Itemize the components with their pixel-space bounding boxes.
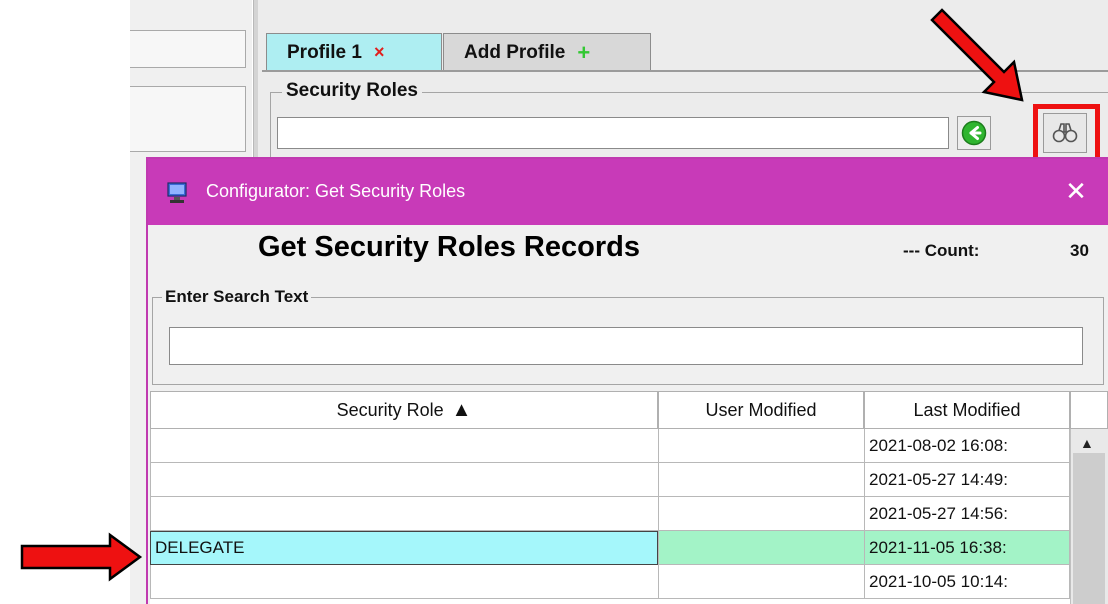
tab-label: Profile 1 <box>287 41 362 63</box>
left-panel-box <box>130 30 246 68</box>
computer-icon <box>167 182 187 203</box>
cell-security-role: DELEGATE <box>150 531 658 565</box>
search-input[interactable] <box>169 327 1083 365</box>
close-icon[interactable]: ✕ <box>1056 173 1096 209</box>
tab-profile-1[interactable]: Profile 1 × <box>266 33 442 71</box>
cell-security-role <box>150 429 658 463</box>
get-security-roles-dialog: Configurator: Get Security Roles ✕ Get S… <box>146 157 1108 604</box>
search-label: Enter Search Text <box>162 287 312 307</box>
dialog-title: Configurator: Get Security Roles <box>206 181 466 201</box>
scrollbar-thumb[interactable] <box>1073 453 1105 604</box>
left-panel-box <box>130 86 246 152</box>
table-row[interactable]: 2021-08-02 16:08: <box>150 429 1070 463</box>
cell-user-modified <box>658 429 864 463</box>
cell-security-role <box>150 463 658 497</box>
table-row[interactable]: 2021-05-27 14:56: <box>150 497 1070 531</box>
cell-security-role <box>150 565 658 599</box>
cell-user-modified <box>658 531 864 565</box>
plus-icon: + <box>577 39 591 65</box>
cell-last-modified: 2021-10-05 10:14: <box>864 565 1070 599</box>
security-roles-table: Security Role ▲ User Modified Last Modif… <box>150 391 1108 604</box>
record-count: 30 <box>1070 241 1089 260</box>
red-arrow-icon <box>930 8 1024 102</box>
cell-last-modified: 2021-11-05 16:38: <box>864 531 1070 565</box>
scroll-up-icon[interactable]: ▲ <box>1080 435 1094 451</box>
scroll-header-corner <box>1070 391 1108 429</box>
table-row-selected[interactable]: DELEGATE 2021-11-05 16:38: <box>150 531 1070 565</box>
column-header-label: Security Role <box>336 399 444 420</box>
cell-last-modified: 2021-05-27 14:49: <box>864 463 1070 497</box>
security-roles-input[interactable] <box>277 117 949 149</box>
table-row[interactable]: 2021-10-05 10:14: <box>150 565 1070 599</box>
column-header-label: User Modified <box>705 399 817 420</box>
cell-security-role <box>150 497 658 531</box>
red-arrow-icon <box>20 532 143 582</box>
close-tab-icon[interactable]: × <box>374 42 385 63</box>
tab-add-profile[interactable]: Add Profile + <box>443 33 651 71</box>
tab-label: Add Profile <box>464 41 566 63</box>
cell-user-modified <box>658 497 864 531</box>
green-circle-arrow-left-icon <box>961 120 987 146</box>
table-row[interactable]: 2021-05-27 14:49: <box>150 463 1070 497</box>
count-label: --- Count: <box>903 241 980 260</box>
cell-last-modified: 2021-08-02 16:08: <box>864 429 1070 463</box>
security-roles-label: Security Roles <box>282 80 422 102</box>
cell-last-modified: 2021-05-27 14:56: <box>864 497 1070 531</box>
column-header-last-modified[interactable]: Last Modified <box>864 391 1070 429</box>
sort-ascending-icon: ▲ <box>451 398 472 421</box>
column-header-security-role[interactable]: Security Role ▲ <box>150 391 658 429</box>
cell-user-modified <box>658 565 864 599</box>
column-header-user-modified[interactable]: User Modified <box>658 391 864 429</box>
go-button[interactable] <box>957 116 991 150</box>
dialog-heading: Get Security Roles Records <box>258 231 640 263</box>
column-header-label: Last Modified <box>913 399 1021 420</box>
cell-user-modified <box>658 463 864 497</box>
